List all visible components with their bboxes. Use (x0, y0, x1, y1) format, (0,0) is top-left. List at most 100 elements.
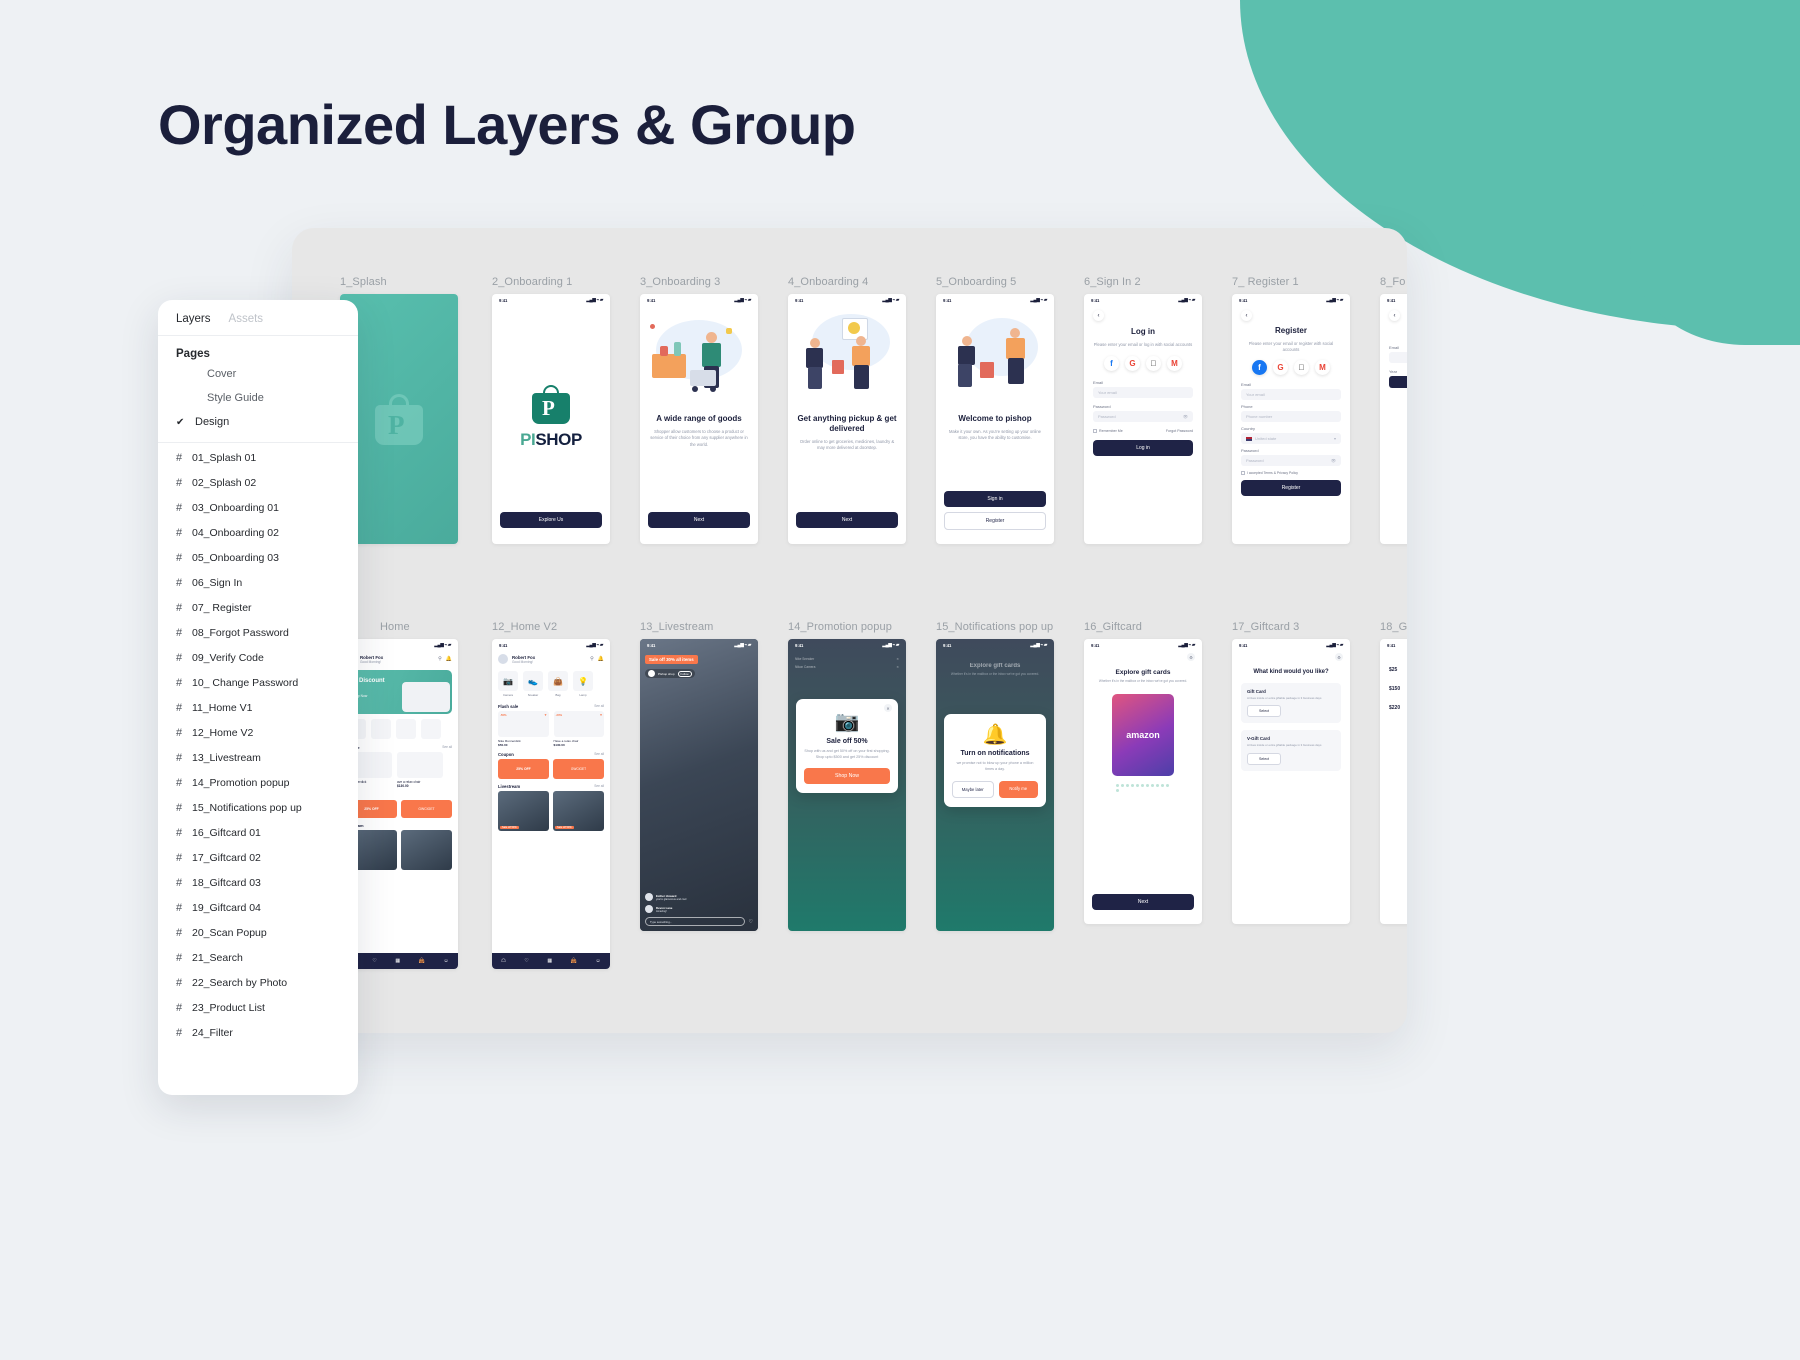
close-icon[interactable]: ✕ (896, 657, 899, 661)
facebook-icon[interactable]: f (1104, 356, 1119, 372)
category-chip[interactable] (421, 719, 441, 739)
nav-heart-icon[interactable]: ♡ (524, 958, 528, 964)
page-item-design[interactable]: ✔ Design (158, 410, 358, 434)
register-button[interactable]: Register (944, 512, 1046, 530)
favorite-icon[interactable]: ♥ (600, 713, 602, 717)
see-all-link[interactable]: See all (594, 704, 604, 709)
layer-item[interactable]: #07_ Register (158, 595, 358, 620)
panel-tabs[interactable]: Layers Assets (158, 300, 358, 336)
price-row[interactable]: $25 (1389, 665, 1407, 675)
artboard-7-register-1[interactable]: 7_ Register 1 9:41 ▂▄▆ ⌁ ▰ ‹ Register Pl… (1232, 276, 1350, 544)
layer-item[interactable]: #16_Giftcard 01 (158, 820, 358, 845)
layer-item[interactable]: #21_Search (158, 945, 358, 970)
password-field[interactable]: Password 👁 (1241, 454, 1341, 466)
apple-icon[interactable]:  (1146, 356, 1161, 372)
see-all-link[interactable]: See all (594, 784, 604, 789)
nav-bag-icon[interactable]: 👜 (419, 958, 425, 964)
category-lamp[interactable]: 💡 Lamp (573, 671, 593, 697)
phone-frame[interactable]: 9:41 ▂▄▆ ⌁ ▰ Sale off 30% all items Pish… (640, 639, 758, 931)
layer-item[interactable]: #13_Livestream (158, 745, 358, 770)
settings-icon[interactable]: ⚙ (1187, 653, 1195, 661)
phone-frame[interactable]: 9:41 ▂▄▆ ⌁ ▰ Welcome to pishop Make it y… (936, 294, 1054, 544)
category-chip[interactable] (396, 719, 416, 739)
phone-frame[interactable]: 9:41 $25 $150 $220 (1380, 639, 1407, 924)
phone-frame[interactable]: 9:41 ▂▄▆ ⌁ ▰ Robert Fox Good Morning! ⚲ … (492, 639, 610, 969)
layer-item[interactable]: #14_Promotion popup (158, 770, 358, 795)
livestream-thumb[interactable]: Sale off 50% (498, 791, 549, 831)
category-bag[interactable]: 👜 Bag (548, 671, 568, 697)
artboard-6-sign-in-2[interactable]: 6_Sign In 2 9:41 ▂▄▆ ⌁ ▰ ‹ Log in Please… (1084, 276, 1202, 544)
phone-frame[interactable]: 9:41 ▂▄▆ ⌁ ▰ Explore gift cards Whether … (936, 639, 1054, 931)
remember-me-checkbox[interactable]: Remember Me (1093, 429, 1123, 434)
layer-item[interactable]: #18_Giftcard 03 (158, 870, 358, 895)
phone-frame[interactable]: 9:41 ▂▄▆ ⌁ ▰ P PISHOP Explore Us (492, 294, 610, 544)
year-field[interactable] (1389, 376, 1407, 388)
phone-frame[interactable]: 9:41 ▂▄▆ ⌁ ▰ ‹ Log in Please enter your … (1084, 294, 1202, 544)
log-in-button[interactable]: Log in (1093, 440, 1193, 457)
nav-profile-icon[interactable]: ☺ (444, 958, 449, 964)
back-icon[interactable]: ‹ (1389, 310, 1400, 321)
coupon-card[interactable]: 25% OFF (498, 759, 549, 779)
layer-item[interactable]: #09_Verify Code (158, 645, 358, 670)
layer-item[interactable]: #10_ Change Password (158, 670, 358, 695)
sign-in-button[interactable]: Sign in (944, 491, 1046, 507)
artboard-3-onboarding-3[interactable]: 3_Onboarding 3 9:41 ▂▄▆ ⌁ ▰ A wide range… (640, 276, 758, 544)
layer-item[interactable]: #19_Giftcard 04 (158, 895, 358, 920)
facebook-icon[interactable]: f (1252, 359, 1267, 375)
apple-icon[interactable]:  (1294, 359, 1309, 375)
settings-icon[interactable]: ⚙ (1335, 653, 1343, 661)
chevron-down-icon[interactable]: ▾ (1334, 436, 1336, 441)
follow-button[interactable]: Follow (677, 670, 692, 677)
category-camera[interactable]: 📷 Camera (498, 671, 518, 697)
country-select[interactable]: United state ▾ (1241, 432, 1341, 444)
shop-pill[interactable]: Pishop shop Follow (645, 669, 695, 678)
nav-profile-icon[interactable]: ☺ (596, 958, 601, 964)
phone-frame[interactable]: 9:41 ▂▄▆ ⌁ ▰ ‹ Register Please enter you… (1232, 294, 1350, 544)
layer-list[interactable]: #01_Splash 01 #02_Splash 02 #03_Onboardi… (158, 445, 358, 1095)
google-icon[interactable]: G (1273, 359, 1288, 375)
layer-item[interactable]: #03_Onboarding 01 (158, 495, 358, 520)
layer-item[interactable]: #20_Scan Popup (158, 920, 358, 945)
tab-layers[interactable]: Layers (176, 313, 211, 325)
bell-icon[interactable]: 🔔 (598, 656, 604, 662)
layer-item[interactable]: #24_Filter (158, 1020, 358, 1045)
layer-item[interactable]: #05_Onboarding 03 (158, 545, 358, 570)
google-icon[interactable]: G (1125, 356, 1140, 372)
next-button[interactable]: Next (1092, 894, 1194, 910)
giftcard-option-card[interactable]: Gift Card Arrives inside or extra giftab… (1241, 683, 1341, 724)
bell-icon[interactable]: 🔔 (446, 656, 452, 662)
terms-checkbox[interactable]: I accepted Terms & Privacy Policy (1241, 471, 1341, 475)
coupon-card[interactable]: GWCIGET (553, 759, 604, 779)
comment-input[interactable]: Type something... (645, 917, 745, 926)
artboard-18-giftcard-3-partial[interactable]: 18_Gi 9:41 $25 $150 $220 (1380, 621, 1407, 924)
artboard-12-home-v2[interactable]: 12_Home V2 9:41 ▂▄▆ ⌁ ▰ Robert Fox Good … (492, 621, 610, 969)
artboard-2-onboarding-1[interactable]: 2_Onboarding 1 9:41 ▂▄▆ ⌁ ▰ P PISHOP Exp… (492, 276, 610, 544)
eye-icon[interactable]: 👁 (1183, 414, 1188, 419)
maybe-later-button[interactable]: Maybe later (952, 780, 994, 798)
favorite-icon[interactable]: ♥ (544, 713, 546, 717)
product-card[interactable]: ave a relax chair $130.00 (397, 752, 443, 788)
see-all-link[interactable]: See all (442, 745, 452, 750)
close-icon[interactable]: ✕ (884, 704, 892, 712)
bottom-nav[interactable]: ☖ ♡ ▦ 👜 ☺ (492, 953, 610, 969)
phone-frame[interactable]: 9:41 ▂▄▆ ⌁ ▰ ⚙ What kind would you like?… (1232, 639, 1350, 924)
phone-frame[interactable]: 9:41 ▂▄▆ ⌁ ▰ ⚙ Explore gift cards Whethe… (1084, 639, 1202, 924)
gmail-icon[interactable]: M (1167, 356, 1182, 372)
back-icon[interactable]: ‹ (1093, 310, 1104, 321)
artboard-5-onboarding-5[interactable]: 5_Onboarding 5 9:41 ▂▄▆ ⌁ ▰ Welcome to p… (936, 276, 1054, 544)
email-field[interactable]: Your email (1241, 388, 1341, 400)
phone-frame[interactable]: 9:41 ‹ Email Year (1380, 294, 1407, 544)
livestream-thumb[interactable] (401, 830, 452, 870)
promo-banner[interactable]: % Discount Shop Now (346, 670, 452, 714)
layer-item[interactable]: #17_Giftcard 02 (158, 845, 358, 870)
shop-now-button[interactable]: Shop Now (804, 767, 890, 784)
price-row[interactable]: $150 (1389, 684, 1407, 694)
amazon-giftcard-image[interactable]: amazon (1112, 693, 1174, 776)
artboard-4-onboarding-4[interactable]: 4_Onboarding 4 9:41 ▂▄▆ ⌁ ▰ Get anything… (788, 276, 906, 544)
password-field[interactable]: Password 👁 (1093, 411, 1193, 423)
gmail-icon[interactable]: M (1315, 359, 1330, 375)
explore-us-button[interactable]: Explore Us (500, 512, 602, 528)
layer-item[interactable]: #06_Sign In (158, 570, 358, 595)
layer-item[interactable]: #22_Search by Photo (158, 970, 358, 995)
layer-item[interactable]: #15_Notifications pop up (158, 795, 358, 820)
